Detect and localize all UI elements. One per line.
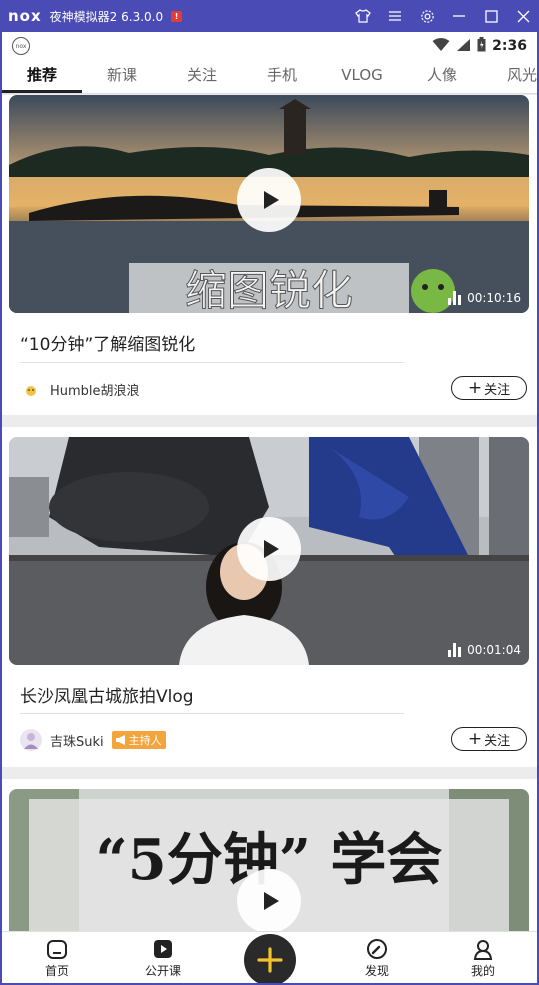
- plus-icon: [257, 947, 283, 973]
- battery-icon: [477, 36, 486, 56]
- emulator-title: 夜神模拟器2 6.3.0.0: [49, 9, 164, 24]
- tab-vlog[interactable]: VLOG: [322, 60, 402, 93]
- nav-mine[interactable]: 我的: [448, 936, 518, 979]
- duration-label: 00:01:04: [448, 643, 521, 657]
- host-badge: 主持人: [111, 731, 166, 749]
- close-icon[interactable]: [507, 0, 539, 32]
- video-thumbnail[interactable]: 00:01:04: [9, 437, 529, 665]
- category-tabs: 推荐 新课 关注 手机 VLOG 人像 风光: [2, 60, 537, 94]
- bar-chart-icon: [448, 643, 462, 657]
- nox-status-icon: nox: [12, 37, 30, 55]
- emulator-titlebar: nox 夜神模拟器2 6.3.0.0 !: [0, 0, 539, 32]
- divider: [20, 713, 404, 714]
- bar-chart-icon: [448, 291, 462, 305]
- menu-icon[interactable]: [379, 0, 411, 32]
- wifi-icon: [432, 37, 450, 56]
- nav-open-courses[interactable]: 公开课: [128, 936, 198, 979]
- nav-home[interactable]: 首页: [22, 936, 92, 979]
- play-square-icon: [128, 936, 198, 962]
- nav-discover-label: 发现: [364, 964, 389, 978]
- avatar: [20, 729, 42, 751]
- duration-text: 00:01:04: [467, 643, 521, 657]
- tab-portrait[interactable]: 人像: [402, 60, 482, 93]
- video-card: 00:01:04 长沙凤凰古城旅拍Vlog 吉珠Suki 主持人 + 关注: [2, 427, 537, 767]
- duration-label: 00:10:16: [448, 291, 521, 305]
- play-button[interactable]: [237, 517, 301, 581]
- tab-following[interactable]: 关注: [162, 60, 242, 93]
- nav-open-courses-label: 公开课: [144, 964, 181, 978]
- avatar: [20, 378, 42, 400]
- divider: [20, 362, 404, 363]
- maximize-icon[interactable]: [475, 0, 507, 32]
- status-time: 2:36: [492, 38, 527, 54]
- thumbnail-caption: 缩图锐化: [185, 266, 353, 313]
- duration-text: 00:10:16: [467, 291, 521, 305]
- play-icon: [263, 191, 279, 209]
- video-title[interactable]: “10分钟”了解缩图锐化: [20, 330, 195, 355]
- nav-home-label: 首页: [44, 964, 69, 978]
- play-icon: [263, 892, 279, 910]
- status-indicators: 2:36: [432, 36, 527, 56]
- tab-recommend[interactable]: 推荐: [2, 60, 82, 93]
- alert-badge[interactable]: !: [171, 10, 183, 22]
- follow-label: 关注: [484, 733, 511, 749]
- author-name: Humble胡浪浪: [50, 383, 140, 399]
- nox-logo: nox: [8, 7, 42, 25]
- video-thumbnail[interactable]: 缩图锐化 00:10:16: [9, 95, 529, 313]
- bottom-navigation: 首页 公开课 发现 我的: [2, 931, 537, 983]
- video-card: 缩图锐化 00:10:16 “10分钟”了解缩图锐化 Humble胡浪浪 + 关注: [2, 95, 537, 415]
- plus-icon: +: [467, 377, 483, 398]
- author-name: 吉珠Suki: [50, 734, 104, 750]
- play-button[interactable]: [237, 869, 301, 933]
- video-card: “5分钟” 学会: [2, 779, 537, 939]
- follow-button[interactable]: + 关注: [451, 727, 527, 751]
- megaphone-icon: [115, 735, 125, 745]
- status-bar: nox 2:36: [2, 32, 537, 60]
- window-controls: [347, 0, 539, 32]
- gear-icon[interactable]: [411, 0, 443, 32]
- follow-button[interactable]: + 关注: [451, 376, 527, 400]
- author-row[interactable]: Humble胡浪浪: [20, 378, 140, 400]
- minimize-icon[interactable]: [443, 0, 475, 32]
- follow-label: 关注: [484, 382, 511, 398]
- shirt-icon[interactable]: [347, 0, 379, 32]
- nav-mine-label: 我的: [470, 964, 495, 978]
- tab-landscape[interactable]: 风光: [482, 60, 537, 93]
- play-button[interactable]: [237, 168, 301, 232]
- video-thumbnail[interactable]: “5分钟” 学会: [9, 789, 529, 939]
- user-icon: [448, 936, 518, 962]
- tab-phone[interactable]: 手机: [242, 60, 322, 93]
- home-icon: [22, 936, 92, 962]
- tab-new-courses[interactable]: 新课: [82, 60, 162, 93]
- signal-icon: [456, 37, 471, 56]
- plus-icon: +: [467, 728, 483, 749]
- create-button[interactable]: [244, 934, 296, 983]
- play-icon: [263, 540, 279, 558]
- nav-discover[interactable]: 发现: [342, 936, 412, 979]
- host-badge-label: 主持人: [128, 734, 162, 747]
- author-row[interactable]: 吉珠Suki 主持人: [20, 729, 166, 751]
- phone-screen: nox 2:36 推荐 新课 关注 手机 VLOG 人像 风光 缩图锐化 00:…: [0, 32, 539, 985]
- compass-icon: [342, 936, 412, 962]
- video-title[interactable]: 长沙凤凰古城旅拍Vlog: [20, 682, 194, 707]
